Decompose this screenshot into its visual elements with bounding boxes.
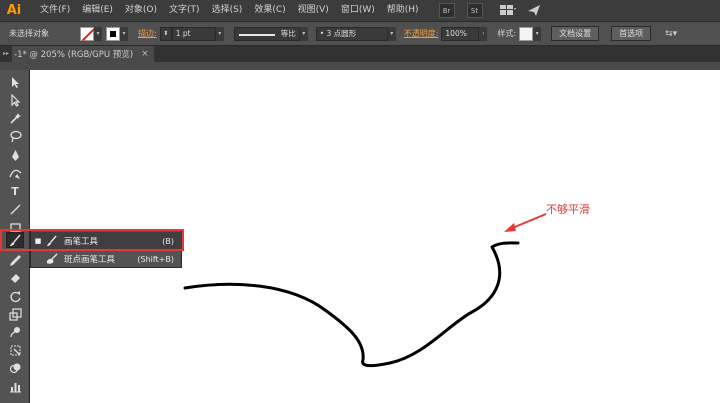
- selected-bullet-icon: ■: [34, 237, 42, 245]
- menu-select[interactable]: 选择(S): [206, 0, 249, 21]
- profile-dropdown-icon[interactable]: ▾: [299, 26, 308, 41]
- stroke-weight-field[interactable]: 1 pt: [171, 26, 216, 41]
- selection-status: 未选择对象: [9, 29, 49, 38]
- menu-effect[interactable]: 效果(C): [248, 0, 291, 21]
- flyout-item-shortcut: (B): [162, 236, 174, 246]
- selection-tool-icon[interactable]: [6, 74, 24, 90]
- flyout-item-label: 画笔工具: [64, 237, 99, 247]
- style-label: 样式:: [497, 29, 517, 38]
- warp-tool-icon[interactable]: [6, 324, 24, 340]
- document-setup-button[interactable]: 文档设置: [551, 26, 600, 41]
- rotate-tool-icon[interactable]: [6, 288, 24, 304]
- pencil-tool-icon[interactable]: [6, 252, 24, 268]
- paintbrush-tool-icon[interactable]: [6, 232, 24, 248]
- flyout-item-label: 斑点画笔工具: [64, 255, 116, 265]
- shape-builder-icon[interactable]: [6, 360, 24, 376]
- scale-tool-icon[interactable]: [6, 306, 24, 322]
- type-tool-icon[interactable]: T: [6, 183, 24, 199]
- tab-underline: [0, 62, 720, 70]
- style-dropdown-icon[interactable]: ▾: [533, 26, 542, 41]
- variable-width-profile[interactable]: 等比: [233, 26, 300, 41]
- menu-window[interactable]: 窗口(W): [335, 0, 381, 21]
- graph-tool-icon[interactable]: [6, 378, 24, 394]
- annotation-label: 不够平滑: [546, 203, 590, 216]
- lasso-icon[interactable]: [6, 128, 24, 144]
- flyout-item-shortcut: (Shift+B): [137, 254, 174, 264]
- menu-view[interactable]: 视图(V): [292, 0, 335, 21]
- arrange-documents-icon[interactable]: [497, 3, 519, 18]
- brush-dropdown-icon[interactable]: ▾: [387, 26, 396, 41]
- opacity-field[interactable]: 100%: [441, 26, 480, 41]
- paintbrush-icon: [45, 234, 59, 248]
- preferences-button[interactable]: 首选项: [611, 26, 652, 41]
- close-icon[interactable]: ×: [141, 49, 149, 59]
- control-bar: 未选择对象 ▾ ▾ 描边: ⬍ 1 pt ▾ 等比 ▾ • 3 点圆形 ▾ 不透…: [0, 21, 720, 46]
- bridge-button[interactable]: Br: [438, 3, 455, 18]
- collapse-panel-icon[interactable]: ▸▸: [3, 50, 9, 57]
- magic-wand-icon[interactable]: [6, 110, 24, 126]
- app-logo: Ai: [6, 3, 22, 18]
- flyout-item-blob-brush[interactable]: 斑点画笔工具 (Shift+B): [31, 250, 182, 268]
- panel-options-icon[interactable]: ⇆▾: [665, 29, 677, 39]
- stroke-dropdown-icon[interactable]: ▾: [120, 26, 128, 41]
- illustrator-window: Ai 文件(F) 编辑(E) 对象(O) 文字(T) 选择(S) 效果(C) 视…: [0, 0, 720, 403]
- menu-bar: Ai 文件(F) 编辑(E) 对象(O) 文字(T) 选择(S) 效果(C) 视…: [0, 0, 720, 21]
- blob-brush-icon: [45, 252, 59, 266]
- line-segment-tool-icon[interactable]: [6, 201, 24, 217]
- menu-type[interactable]: 文字(T): [163, 0, 206, 21]
- direct-selection-tool-icon[interactable]: [6, 92, 24, 108]
- stroke-weight-dropdown-icon[interactable]: ▾: [215, 26, 224, 41]
- menu-help[interactable]: 帮助(H): [381, 0, 425, 21]
- annotation-arrow-icon: [504, 213, 547, 232]
- stroke-stepper-icon[interactable]: ⬍: [159, 26, 172, 41]
- fill-swatch[interactable]: [80, 26, 94, 41]
- graphic-style-swatch[interactable]: [519, 26, 534, 41]
- send-icon[interactable]: [525, 3, 543, 18]
- menu-file[interactable]: 文件(F): [34, 0, 76, 21]
- eraser-tool-icon[interactable]: [6, 270, 24, 286]
- opacity-dropdown-icon[interactable]: ›: [479, 26, 488, 41]
- document-tab[interactable]: -1* @ 205% (RGB/GPU 预览) ×: [12, 46, 154, 62]
- free-transform-icon[interactable]: [6, 342, 24, 358]
- profile-line-icon: [238, 33, 275, 36]
- stock-button[interactable]: St: [466, 3, 483, 18]
- document-title: -1* @ 205% (RGB/GPU 预览): [14, 50, 134, 60]
- stroke-label[interactable]: 描边:: [138, 28, 157, 39]
- pen-tool-icon[interactable]: [6, 147, 24, 163]
- tools-panel: T: [0, 70, 30, 403]
- menu-edit[interactable]: 编辑(E): [76, 0, 119, 21]
- opacity-label[interactable]: 不透明度:: [404, 28, 439, 39]
- curvature-tool-icon[interactable]: [6, 165, 24, 181]
- menu-object[interactable]: 对象(O): [119, 0, 163, 21]
- stroke-swatch[interactable]: [106, 26, 120, 41]
- brush-definition-field[interactable]: • 3 点圆形: [315, 26, 388, 41]
- brush-tool-flyout: ■ 画笔工具 (B) 斑点画笔工具 (Shift+B): [30, 230, 182, 268]
- document-tab-strip: ▸▸ -1* @ 205% (RGB/GPU 预览) ×: [0, 46, 720, 62]
- profile-label: 等比: [280, 29, 296, 38]
- flyout-item-paintbrush[interactable]: ■ 画笔工具 (B): [31, 232, 182, 250]
- fill-dropdown-icon[interactable]: ▾: [94, 26, 102, 41]
